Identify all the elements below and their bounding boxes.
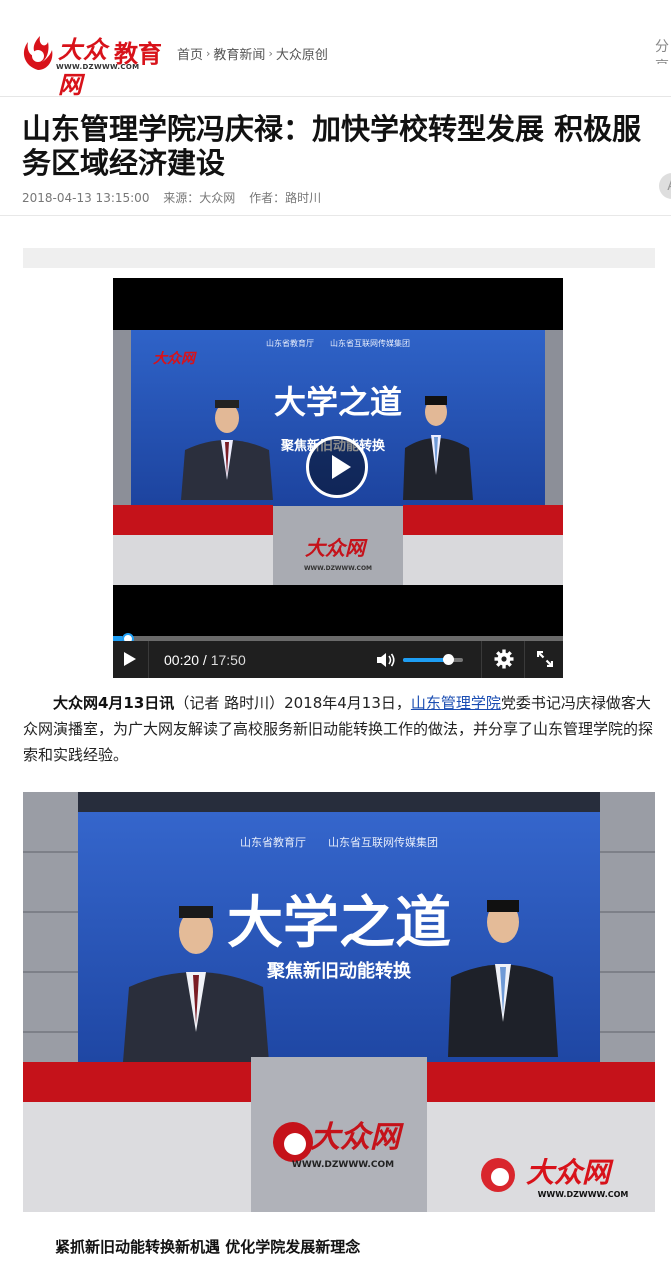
photo-show-subtitle: 聚焦新旧动能转换 [266,960,412,982]
watermark-logo: 大众网 [526,1156,614,1189]
volume-slider[interactable] [403,658,463,662]
author-label: 作者： [249,191,286,205]
duration: 17:50 [210,652,246,668]
control-divider [148,641,149,678]
studio-logo: 大众网 [153,350,197,367]
font-size-button[interactable]: A [659,173,671,199]
time-display: 00:20 / 17:50 [164,652,246,668]
fullscreen-icon[interactable] [537,651,553,667]
breadcrumb-edu-news[interactable]: 教育新闻 [213,44,265,63]
flame-logo-icon [23,36,53,70]
source-label: 来源： [163,191,200,205]
volume-fill [403,658,447,662]
studio-photo: 山东省教育厅 山东省互联网传媒集团 大学之道 聚焦新旧动能转换 大众网 WWW.… [23,792,655,1212]
source-name: 大众网 [199,191,236,205]
control-divider [524,641,525,678]
dateline: 大众网4月13日讯 [53,694,175,712]
share-button[interactable]: 分享 [655,36,671,64]
dzwww-logo[interactable]: 大众网 WWW.DZWWW.COM [18,30,139,99]
divider [0,215,671,216]
play-icon[interactable] [124,652,136,666]
play-icon [332,455,351,479]
video-player[interactable]: 山东省教育厅 山东省互联网传媒集团 大学之道 聚焦新旧动能转换 大众网 大众网 … [113,278,563,678]
author-info: 作者：路时川 [249,191,321,205]
studio-show-title: 大学之道 [274,383,402,421]
photo-desk-logo: 大众网 [310,1120,404,1155]
control-divider [481,641,482,678]
chevron-right-icon: › [268,47,273,60]
photo-desk-url: WWW.DZWWW.COM [292,1160,394,1170]
breadcrumb-original[interactable]: 大众原创 [276,44,328,63]
desk-logo: 大众网 [305,536,368,560]
school-link[interactable]: 山东管理学院 [411,694,501,712]
section-title[interactable]: 教育 [114,34,162,69]
ad-placeholder [23,248,655,268]
photo-banner: 山东省教育厅 山东省互联网传媒集团 [240,835,438,849]
source-info: 来源：大众网 [163,191,235,205]
breadcrumb: 首页 › 教育新闻 › 大众原创 [177,44,328,63]
publish-date: 2018-04-13 13:15:00 [22,191,150,205]
desk-url: WWW.DZWWW.COM [304,565,372,572]
site-header: 大众网 WWW.DZWWW.COM 教育 首页 › 教育新闻 › 大众原创 分享 [0,0,671,99]
volume-handle[interactable] [443,654,454,665]
article-subheading: 紧抓新旧动能转换新机遇 优化学院发展新理念 [55,1238,361,1256]
current-time: 00:20 [164,652,200,668]
paragraph-text: （记者 路时川）2018年4月13日， [174,694,411,712]
gear-icon[interactable] [494,649,514,669]
article-title: 山东管理学院冯庆禄：加快学校转型发展 积极服务区域经济建设 [22,112,642,180]
article-meta: 2018-04-13 13:15:00 来源：大众网 作者：路时川 [22,189,331,206]
photo-show-title: 大学之道 [227,890,451,956]
studio-banner: 山东省教育厅 山东省互联网传媒集团 [266,338,410,348]
article-photo: 山东省教育厅 山东省互联网传媒集团 大学之道 聚焦新旧动能转换 大众网 WWW.… [23,792,655,1212]
chevron-right-icon: › [206,47,211,60]
watermark-url: WWW.DZWWW.COM [538,1190,629,1199]
video-controls: 00:20 / 17:50 [113,641,563,678]
video-play-button[interactable] [306,436,368,498]
article-paragraph: 大众网4月13日讯（记者 路时川）2018年4月13日，山东管理学院党委书记冯庆… [23,690,653,768]
volume-icon[interactable] [375,650,397,670]
time-separator: / [199,652,211,668]
breadcrumb-home[interactable]: 首页 [177,44,203,63]
author-name: 路时川 [285,191,322,205]
